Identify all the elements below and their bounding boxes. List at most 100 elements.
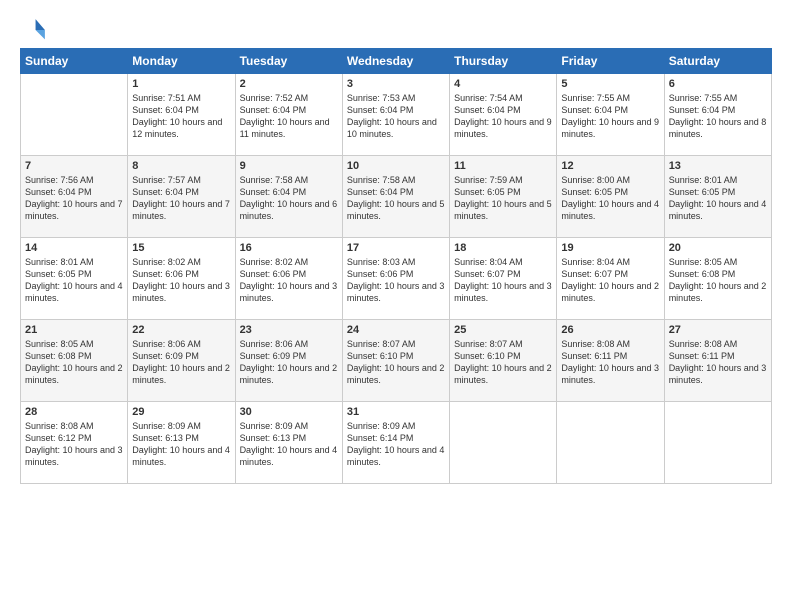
cell-info: Sunrise: 7:51 AM Sunset: 6:04 PM Dayligh… — [132, 92, 230, 141]
day-number: 6 — [669, 78, 767, 90]
cell-w1-d5: 4 Sunrise: 7:54 AM Sunset: 6:04 PM Daylig… — [450, 74, 557, 156]
cell-info: Sunrise: 7:55 AM Sunset: 6:04 PM Dayligh… — [669, 92, 767, 141]
cell-info: Sunrise: 7:54 AM Sunset: 6:04 PM Dayligh… — [454, 92, 552, 141]
cell-info: Sunrise: 8:01 AM Sunset: 6:05 PM Dayligh… — [669, 174, 767, 223]
cell-info: Sunrise: 8:04 AM Sunset: 6:07 PM Dayligh… — [561, 256, 659, 305]
week-row-1: 1 Sunrise: 7:51 AM Sunset: 6:04 PM Daylig… — [21, 74, 772, 156]
cell-w5-d1: 28 Sunrise: 8:08 AM Sunset: 6:12 PM Dayli… — [21, 402, 128, 484]
cell-info: Sunrise: 8:03 AM Sunset: 6:06 PM Dayligh… — [347, 256, 445, 305]
cell-w2-d1: 7 Sunrise: 7:56 AM Sunset: 6:04 PM Daylig… — [21, 156, 128, 238]
cell-w2-d7: 13Sunrise: 8:01 AM Sunset: 6:05 PM Dayli… — [664, 156, 771, 238]
cell-w1-d3: 2 Sunrise: 7:52 AM Sunset: 6:04 PM Daylig… — [235, 74, 342, 156]
col-header-friday: Friday — [557, 49, 664, 74]
day-number: 31 — [347, 406, 445, 418]
cell-info: Sunrise: 8:04 AM Sunset: 6:07 PM Dayligh… — [454, 256, 552, 305]
cell-w2-d6: 12 Sunrise: 8:00 AM Sunset: 6:05 PM Dayli… — [557, 156, 664, 238]
cell-w5-d3: 30 Sunrise: 8:09 AM Sunset: 6:13 PM Dayli… — [235, 402, 342, 484]
cell-w1-d2: 1 Sunrise: 7:51 AM Sunset: 6:04 PM Daylig… — [128, 74, 235, 156]
cell-info: Sunrise: 8:02 AM Sunset: 6:06 PM Dayligh… — [132, 256, 230, 305]
day-number: 11 — [454, 160, 552, 172]
day-number: 12 — [561, 160, 659, 172]
cell-w4-d6: 26 Sunrise: 8:08 AM Sunset: 6:11 PM Dayli… — [557, 320, 664, 402]
cell-w1-d7: 6 Sunrise: 7:55 AM Sunset: 6:04 PM Daylig… — [664, 74, 771, 156]
cell-info: Sunrise: 8:05 AM Sunset: 6:08 PM Dayligh… — [25, 338, 123, 387]
col-header-wednesday: Wednesday — [342, 49, 449, 74]
day-number: 20 — [669, 242, 767, 254]
cell-info: Sunrise: 8:02 AM Sunset: 6:06 PM Dayligh… — [240, 256, 338, 305]
cell-info: Sunrise: 8:06 AM Sunset: 6:09 PM Dayligh… — [240, 338, 338, 387]
header-row: SundayMondayTuesdayWednesdayThursdayFrid… — [21, 49, 772, 74]
col-header-thursday: Thursday — [450, 49, 557, 74]
calendar-table: SundayMondayTuesdayWednesdayThursdayFrid… — [20, 48, 772, 484]
cell-w1-d1 — [21, 74, 128, 156]
logo — [20, 16, 52, 44]
day-number: 15 — [132, 242, 230, 254]
cell-w2-d5: 11 Sunrise: 7:59 AM Sunset: 6:05 PM Dayli… — [450, 156, 557, 238]
cell-w1-d6: 5 Sunrise: 7:55 AM Sunset: 6:04 PM Daylig… — [557, 74, 664, 156]
week-row-2: 7 Sunrise: 7:56 AM Sunset: 6:04 PM Daylig… — [21, 156, 772, 238]
cell-w2-d4: 10 Sunrise: 7:58 AM Sunset: 6:04 PM Dayli… — [342, 156, 449, 238]
day-number: 21 — [25, 324, 123, 336]
cell-info: Sunrise: 8:09 AM Sunset: 6:14 PM Dayligh… — [347, 420, 445, 469]
cell-info: Sunrise: 8:05 AM Sunset: 6:08 PM Dayligh… — [669, 256, 767, 305]
cell-info: Sunrise: 7:59 AM Sunset: 6:05 PM Dayligh… — [454, 174, 552, 223]
cell-w4-d4: 24Sunrise: 8:07 AM Sunset: 6:10 PM Dayli… — [342, 320, 449, 402]
header — [20, 16, 772, 44]
cell-w3-d4: 17 Sunrise: 8:03 AM Sunset: 6:06 PM Dayli… — [342, 238, 449, 320]
cell-w5-d5 — [450, 402, 557, 484]
day-number: 19 — [561, 242, 659, 254]
cell-info: Sunrise: 7:58 AM Sunset: 6:04 PM Dayligh… — [347, 174, 445, 223]
cell-w4-d3: 23 Sunrise: 8:06 AM Sunset: 6:09 PM Dayli… — [235, 320, 342, 402]
cell-w4-d5: 25Sunrise: 8:07 AM Sunset: 6:10 PM Dayli… — [450, 320, 557, 402]
cell-w3-d5: 18 Sunrise: 8:04 AM Sunset: 6:07 PM Dayli… — [450, 238, 557, 320]
cell-w3-d6: 19 Sunrise: 8:04 AM Sunset: 6:07 PM Dayli… — [557, 238, 664, 320]
col-header-tuesday: Tuesday — [235, 49, 342, 74]
cell-info: Sunrise: 8:08 AM Sunset: 6:11 PM Dayligh… — [561, 338, 659, 387]
day-number: 30 — [240, 406, 338, 418]
cell-info: Sunrise: 8:01 AM Sunset: 6:05 PM Dayligh… — [25, 256, 123, 305]
cell-info: Sunrise: 7:52 AM Sunset: 6:04 PM Dayligh… — [240, 92, 338, 141]
cell-w3-d7: 20 Sunrise: 8:05 AM Sunset: 6:08 PM Dayli… — [664, 238, 771, 320]
week-row-4: 21 Sunrise: 8:05 AM Sunset: 6:08 PM Dayli… — [21, 320, 772, 402]
day-number: 17 — [347, 242, 445, 254]
cell-w3-d3: 16 Sunrise: 8:02 AM Sunset: 6:06 PM Dayli… — [235, 238, 342, 320]
cell-info: Sunrise: 7:53 AM Sunset: 6:04 PM Dayligh… — [347, 92, 445, 141]
cell-w1-d4: 3Sunrise: 7:53 AM Sunset: 6:04 PM Daylig… — [342, 74, 449, 156]
day-number: 1 — [132, 78, 230, 90]
cell-info: Sunrise: 7:57 AM Sunset: 6:04 PM Dayligh… — [132, 174, 230, 223]
cell-w4-d1: 21 Sunrise: 8:05 AM Sunset: 6:08 PM Dayli… — [21, 320, 128, 402]
cell-info: Sunrise: 8:09 AM Sunset: 6:13 PM Dayligh… — [132, 420, 230, 469]
day-number: 10 — [347, 160, 445, 172]
week-row-3: 14 Sunrise: 8:01 AM Sunset: 6:05 PM Dayli… — [21, 238, 772, 320]
cell-info: Sunrise: 8:08 AM Sunset: 6:11 PM Dayligh… — [669, 338, 767, 387]
cell-w4-d2: 22Sunrise: 8:06 AM Sunset: 6:09 PM Dayli… — [128, 320, 235, 402]
logo-icon — [20, 16, 48, 44]
col-header-sunday: Sunday — [21, 49, 128, 74]
day-number: 2 — [240, 78, 338, 90]
week-row-5: 28 Sunrise: 8:08 AM Sunset: 6:12 PM Dayli… — [21, 402, 772, 484]
day-number: 5 — [561, 78, 659, 90]
cell-w4-d7: 27 Sunrise: 8:08 AM Sunset: 6:11 PM Dayli… — [664, 320, 771, 402]
day-number: 28 — [25, 406, 123, 418]
day-number: 23 — [240, 324, 338, 336]
page-container: SundayMondayTuesdayWednesdayThursdayFrid… — [0, 0, 792, 494]
cell-info: Sunrise: 8:09 AM Sunset: 6:13 PM Dayligh… — [240, 420, 338, 469]
cell-info: Sunrise: 7:58 AM Sunset: 6:04 PM Dayligh… — [240, 174, 338, 223]
cell-w2-d3: 9 Sunrise: 7:58 AM Sunset: 6:04 PM Daylig… — [235, 156, 342, 238]
day-number: 27 — [669, 324, 767, 336]
day-number: 9 — [240, 160, 338, 172]
day-number: 25 — [454, 324, 552, 336]
day-number: 18 — [454, 242, 552, 254]
cell-info: Sunrise: 8:07 AM Sunset: 6:10 PM Dayligh… — [347, 338, 445, 387]
day-number: 16 — [240, 242, 338, 254]
day-number: 14 — [25, 242, 123, 254]
day-number: 26 — [561, 324, 659, 336]
cell-info: Sunrise: 8:08 AM Sunset: 6:12 PM Dayligh… — [25, 420, 123, 469]
day-number: 4 — [454, 78, 552, 90]
day-number: 7 — [25, 160, 123, 172]
cell-info: Sunrise: 8:06 AM Sunset: 6:09 PM Dayligh… — [132, 338, 230, 387]
cell-info: Sunrise: 8:00 AM Sunset: 6:05 PM Dayligh… — [561, 174, 659, 223]
cell-w5-d4: 31 Sunrise: 8:09 AM Sunset: 6:14 PM Dayli… — [342, 402, 449, 484]
cell-info: Sunrise: 7:55 AM Sunset: 6:04 PM Dayligh… — [561, 92, 659, 141]
cell-info: Sunrise: 7:56 AM Sunset: 6:04 PM Dayligh… — [25, 174, 123, 223]
